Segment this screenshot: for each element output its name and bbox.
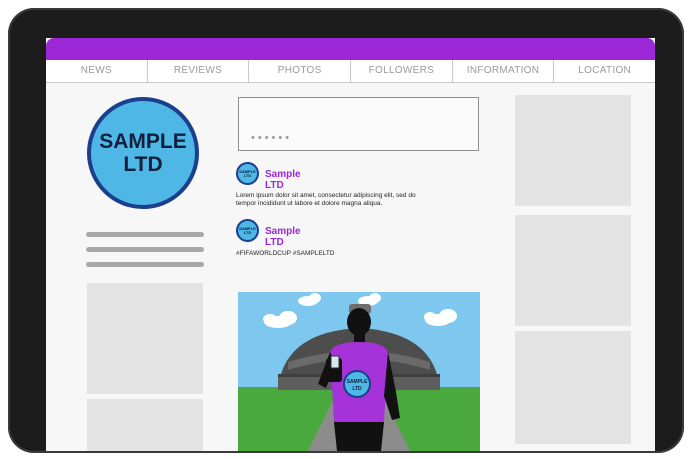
left-panel-card-1	[87, 283, 203, 394]
compose-box[interactable]: ••••••	[238, 97, 479, 151]
right-panel-card-1	[515, 95, 631, 206]
company-logo[interactable]: SAMPLE LTD	[87, 97, 199, 209]
profile-text-placeholder-1	[86, 232, 204, 237]
logo-line1: SAMPLE	[99, 130, 187, 153]
avatar-text-2: LTD	[243, 172, 252, 178]
screen: NEWS REVIEWS PHOTOS FOLLOWERS INFORMATIO…	[46, 38, 655, 451]
shirt-logo-line1: SAMPLE	[347, 379, 369, 385]
compose-placeholder: ••••••	[251, 132, 293, 144]
post-text-line2: tempor incididunt ut labore et dolore ma…	[236, 200, 383, 207]
company-avatar-icon[interactable]: SAMPLE LTD	[236, 219, 259, 242]
post-hashtags: #FIFAWORLDCUP #SAMPLELTD	[236, 250, 335, 257]
post-photo[interactable]: SAMPLE LTD	[238, 292, 480, 451]
header-bar	[46, 38, 655, 60]
right-panel-card-2	[515, 215, 631, 326]
avatar-text-2: LTD	[243, 229, 252, 235]
tab-followers[interactable]: FOLLOWERS	[351, 60, 453, 82]
company-avatar-icon[interactable]: SAMPLE LTD	[236, 162, 259, 185]
profile-text-placeholder-2	[86, 247, 204, 252]
tablet-frame: NEWS REVIEWS PHOTOS FOLLOWERS INFORMATIO…	[8, 8, 684, 453]
right-panel-card-3	[515, 331, 631, 444]
main-content: SAMPLE LTD •••••• SAMPLE LTD Sample LTD …	[46, 83, 655, 451]
post-text-line1: Lorem ipsum dolor sit amet, consectetur …	[236, 192, 416, 199]
shirt-logo-line2: LTD	[352, 386, 362, 392]
tab-location[interactable]: LOCATION	[554, 60, 655, 82]
tab-reviews[interactable]: REVIEWS	[148, 60, 250, 82]
left-panel-card-2	[87, 399, 203, 451]
logo-line2: LTD	[123, 153, 163, 176]
nav-tabs: NEWS REVIEWS PHOTOS FOLLOWERS INFORMATIO…	[46, 60, 655, 83]
tab-information[interactable]: INFORMATION	[453, 60, 555, 82]
profile-text-placeholder-3	[86, 262, 204, 267]
tab-news[interactable]: NEWS	[46, 60, 148, 82]
post-author[interactable]: Sample LTD	[265, 169, 301, 191]
post-author[interactable]: Sample LTD	[265, 226, 301, 248]
tab-photos[interactable]: PHOTOS	[249, 60, 352, 82]
